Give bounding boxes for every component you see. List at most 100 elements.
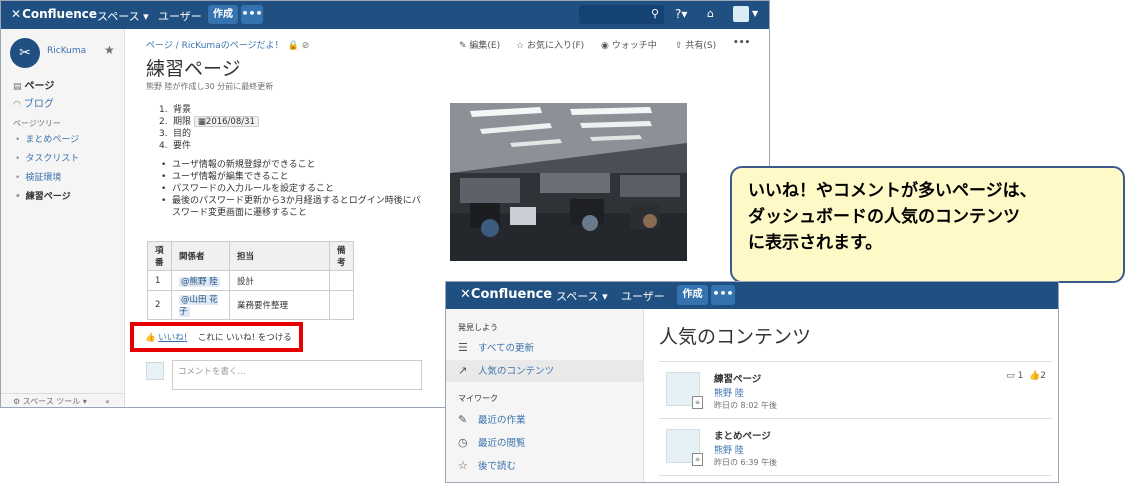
user-mention[interactable]: @熊野 陸 [179,276,220,287]
table-cell: @山田 花子 [171,290,230,320]
dashboard-sidebar: 発見しよう ☰ すべての更新 ↗ 人気のコンテンツ マイワーク ✎ 最近の作業 ◷ 最近… [446,309,644,482]
share-button[interactable]: ⇪ 共有(S) [675,38,716,51]
page-icon: ≡ [692,453,703,466]
sidebar-item-popular[interactable]: ↗ 人気のコンテンツ [446,360,643,382]
divider [659,361,1052,362]
requirements-list: ユーザ情報の新規登録ができること ユーザ情報が編集できること パスワードの入力ル… [159,159,429,219]
sidebar-item-all-updates[interactable]: ☰ すべての更新 [446,337,643,359]
blog-icon: ◠ [13,100,21,110]
create-button[interactable]: 作成 [208,5,238,24]
entry-date: 昨日の 8:02 午後 [714,401,778,410]
sidebar-item-recent-work[interactable]: ✎ 最近の作業 [446,409,643,431]
entry-date: 昨日の 6:39 午後 [714,458,778,467]
sidebar-item-read-later[interactable]: ☆ 後で読む [446,455,643,477]
user-mention[interactable]: @山田 花子 [179,295,218,317]
more-actions-button[interactable]: ••• [733,38,750,48]
table-cell: 1 [147,270,172,291]
nav-users[interactable]: ユーザー [158,8,202,24]
calendar-icon: ▦ [197,117,206,127]
gear-icon: ⚙ [13,397,23,406]
list-item: 4. 要件 [159,141,192,151]
list-item[interactable]: ≡ まとめページ 熊野 陸 昨日の 6:39 午後 [659,427,1052,482]
tree-item-tasklist[interactable]: • タスクリスト [15,151,79,164]
date-lozenge[interactable]: ▦2016/08/31 [193,116,259,127]
comment-icon: ▭ [1006,371,1015,381]
table-header: 備考 [329,241,354,271]
page-icon: ▤ [13,82,22,92]
table-cell: 業務要件整理 [229,290,330,320]
more-create-button[interactable]: ••• [711,285,735,305]
callout-bubble: いいね！やコメントが多いページは、 ダッシュボードの人気のコンテンツ に表示され… [730,166,1125,283]
tree-item-test-env[interactable]: • 検証環境 [15,170,61,183]
search-icon: ⚲ [650,7,659,20]
space-logo[interactable]: ✂ [10,38,40,68]
breadcrumb[interactable]: ページ / RicKumaのページだよ！ 🔒 ⊘ [146,38,309,51]
table-cell: 設計 [229,270,330,291]
confluence-logo[interactable]: ✕Confluence [11,7,97,21]
entry-author[interactable]: 熊野 陸 [714,386,744,399]
page-icon: ≡ [692,396,703,409]
entry-title[interactable]: まとめページ [714,428,771,442]
nav-spaces[interactable]: スペース ▾ [97,8,149,24]
like-highlight: 👍 いいね! これに いいね! をつける [130,322,303,352]
space-tools-menu[interactable]: ⚙ スペース ツール ▾ « [1,393,125,407]
divider [659,475,1052,476]
office-photo [450,103,687,261]
edit-button[interactable]: ✎ 編集(E) [459,38,500,51]
list-item: 2. 期限 ▦2016/08/31 [159,116,259,128]
table-cell: @熊野 陸 [171,270,230,291]
tree-item-summary[interactable]: • まとめページ [15,132,79,145]
like-hint: これに いいね! をつける [197,333,292,343]
more-create-button[interactable]: ••• [241,5,263,24]
help-icon[interactable]: ?▾ [675,7,687,21]
ordered-list: 1. 背景 2. 期限 ▦2016/08/31 3. 目的 4. 要件 [159,104,259,152]
dashboard-window: ✕Confluence スペース ▾ ユーザー 作成 ••• 発見しよう ☰ すべ… [445,281,1059,483]
star-icon[interactable]: ★ [104,43,115,57]
space-name[interactable]: RicKuma [47,46,86,56]
avatar [146,362,164,380]
clock-icon: ◷ [458,436,468,449]
entry-title[interactable]: 練習ページ [714,371,761,385]
table-cell [329,270,354,291]
section-heading: マイワーク [458,394,498,403]
entry-author[interactable]: 熊野 陸 [714,443,744,456]
edit-icon: ✎ [458,413,468,426]
trend-icon: ↗ [458,364,468,377]
notifications-icon[interactable]: ⌂ [707,7,714,20]
confluence-logo[interactable]: ✕Confluence [460,287,552,302]
list-item[interactable]: ≡ 練習ページ 熊野 陸 昨日の 8:02 午後 ▭ 1 👍2 [659,370,1052,425]
attachment-icon[interactable]: ⊘ [302,41,310,51]
panel-title: 人気のコンテンツ [659,326,812,348]
create-button[interactable]: 作成 [677,285,708,305]
page-title: 練習ページ [146,58,241,80]
comment-input[interactable]: コメントを書く... [172,360,422,390]
watch-button[interactable]: ◉ ウォッチ中 [601,38,657,51]
table-row: 2 @山田 花子 業務要件整理 [147,290,354,320]
nav-spaces[interactable]: スペース ▾ [556,288,608,304]
table-header: 担当 [229,241,330,271]
list-item: ユーザ情報の新規登録ができること [159,159,429,171]
lock-icon[interactable]: 🔒 [288,41,299,51]
assignee-table: 項番 関係者 担当 備考 1 @熊野 陸 設計 2 @山田 花子 業務要件整理 [147,241,354,320]
favorite-button[interactable]: ☆ お気に入り(F) [516,38,584,51]
chevron-down-icon[interactable]: ▼ [752,9,758,18]
sidebar-item-blog[interactable]: ◠ ブログ [13,95,54,110]
user-avatar[interactable] [733,6,749,22]
collapse-icon[interactable]: « [105,394,110,407]
sidebar-item-recent-views[interactable]: ◷ 最近の閲覧 [446,432,643,454]
page-byline: 熊野 陸が作成し30 分前に最終更新 [146,82,274,91]
nav-users[interactable]: ユーザー [621,288,665,304]
like-button[interactable]: いいね! [158,333,187,343]
search-input[interactable]: ⚲ [579,5,664,24]
callout-line: に表示されます。 [748,233,883,253]
space-sidebar: ✂ RicKuma ★ ▤ ページ ◠ ブログ ページツリー • まとめページ • タス… [1,29,125,407]
sidebar-item-pages[interactable]: ▤ ページ [13,77,54,92]
list-item: ユーザ情報が編集できること [159,171,429,183]
callout-line: ダッシュボードの人気のコンテンツ [748,207,1020,227]
tree-item-practice[interactable]: • 練習ページ [15,189,71,202]
list-item: パスワードの入力ルールを設定すること [159,183,429,195]
list-item: 最後のパスワード更新から3か月経過するとログイン時後にパスワード変更画面に遷移す… [159,195,429,219]
table-cell [329,290,354,320]
list-icon: ☰ [458,341,468,354]
section-heading: 発見しよう [458,323,498,332]
